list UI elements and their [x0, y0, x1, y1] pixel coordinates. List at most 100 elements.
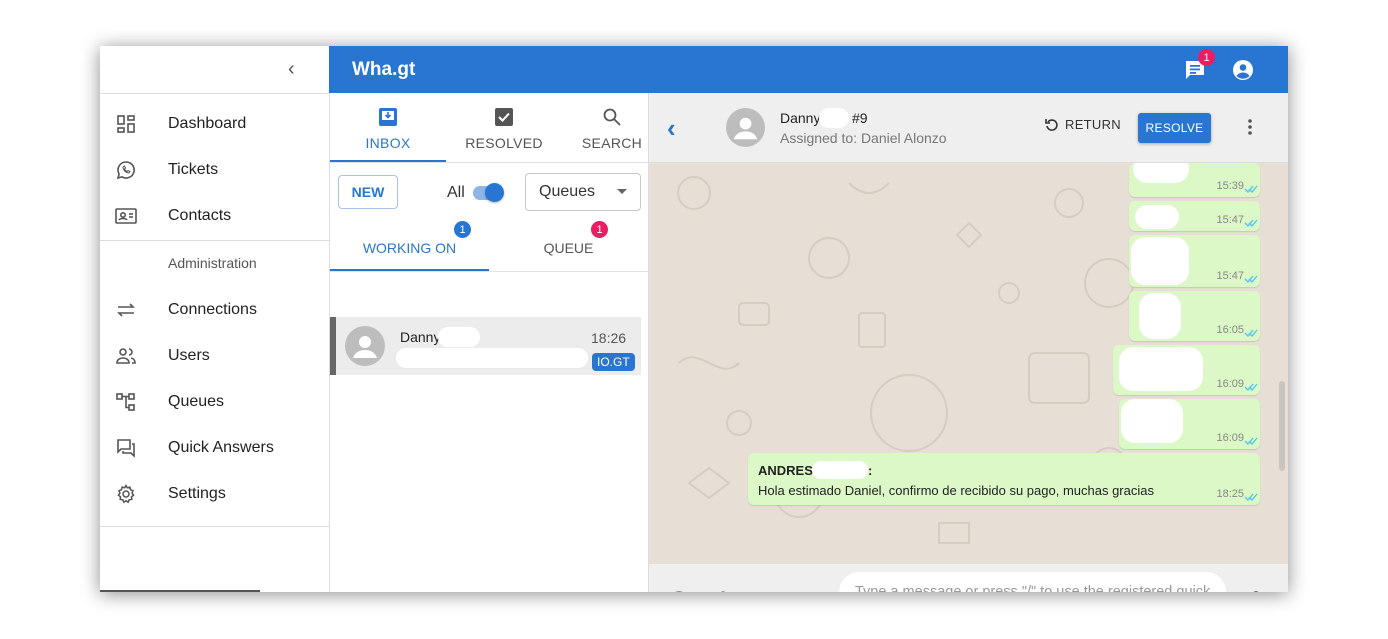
tab-search[interactable]: SEARCH: [562, 93, 662, 162]
redaction: [812, 461, 868, 479]
redaction: [1135, 205, 1179, 229]
chat-panel: ‹ Danny #9 Assigned to: Daniel Alonzo RE…: [649, 93, 1288, 592]
ticket-list-item[interactable]: Danny 18:26 IO.GT: [330, 317, 641, 375]
message-time: 15:47: [1216, 214, 1244, 226]
message-time: 15:39: [1216, 180, 1244, 192]
message-bubble: 16:09: [1119, 399, 1260, 449]
sidebar-item-queues[interactable]: Queues: [100, 379, 329, 425]
tab-queue[interactable]: QUEUE: [489, 225, 648, 271]
message-bubble: 15:47: [1129, 201, 1260, 231]
sidebar-item-label: Tickets: [168, 161, 219, 178]
app-title: Wha.gt: [352, 59, 416, 80]
tickets-panel: INBOX RESOLVED SEARCH NEW All Queues WOR…: [330, 93, 649, 592]
check-box-icon: [494, 105, 514, 129]
more-vert-icon[interactable]: [1247, 117, 1253, 137]
avatar: [345, 326, 385, 366]
account-circle-icon[interactable]: [1231, 58, 1255, 82]
sync-alt-icon: [115, 299, 137, 321]
attach-icon[interactable]: [716, 589, 732, 592]
chat-header: ‹ Danny #9 Assigned to: Daniel Alonzo RE…: [649, 93, 1288, 163]
account-tree-icon: [115, 391, 137, 413]
redaction: [1131, 237, 1189, 285]
sidebar-top: ‹: [100, 46, 329, 94]
chevron-left-icon[interactable]: ‹: [288, 58, 295, 81]
sidebar-item-label: Dashboard: [168, 115, 247, 132]
sidebar-item-settings[interactable]: Settings: [100, 471, 329, 517]
tab-label: INBOX: [365, 134, 411, 151]
tab-inbox[interactable]: INBOX: [330, 93, 446, 162]
people-icon: [115, 345, 137, 367]
sidebar-item-users[interactable]: Users: [100, 333, 329, 379]
redaction: [1121, 399, 1183, 443]
all-toggle[interactable]: [473, 183, 504, 202]
return-button[interactable]: RETURN: [1045, 117, 1121, 132]
double-check-icon: [1244, 185, 1258, 193]
queues-select[interactable]: Queues: [525, 173, 641, 211]
question-answer-icon: [115, 437, 137, 459]
message-input-placeholder: Type a message or press "/" to use the r…: [855, 584, 1211, 592]
ticket-number: #9: [852, 110, 868, 126]
redaction: [438, 327, 480, 347]
search-icon: [602, 105, 622, 129]
message-bubble: 16:09: [1113, 345, 1260, 395]
tab-label: RESOLVED: [465, 134, 543, 151]
new-ticket-button[interactable]: NEW: [338, 175, 398, 209]
scrollbar[interactable]: [1279, 381, 1285, 471]
double-check-icon: [1244, 383, 1258, 391]
message-bubble: 15:39: [1129, 163, 1260, 197]
sidebar-item-label: Users: [168, 347, 210, 364]
message-bubble: ANDRES : Hola estimado Daniel, confirmo …: [748, 453, 1260, 505]
contact-card-icon: [115, 205, 137, 227]
message-input-bar: Type a message or press "/" to use the r…: [649, 564, 1288, 592]
sidebar-item-dashboard[interactable]: Dashboard: [100, 101, 329, 147]
double-check-icon: [1244, 437, 1258, 445]
double-check-icon: [1244, 275, 1258, 283]
message-time: 16:09: [1216, 432, 1244, 444]
double-check-icon: [1244, 329, 1258, 337]
message-bubble: 15:47: [1129, 235, 1260, 287]
toggle-knob: [485, 183, 504, 202]
message-sender: ANDRES: [758, 463, 813, 478]
person-icon: [353, 336, 377, 358]
tab-label: SEARCH: [581, 134, 643, 151]
notification-badge: 1: [1198, 49, 1215, 66]
sidebar: ‹ Dashboard Tickets Contacts Administrat…: [100, 46, 330, 592]
sidebar-item-tickets[interactable]: Tickets: [100, 147, 329, 193]
sidebar-item-label: Settings: [168, 485, 226, 502]
sidebar-item-label: Quick Answers: [168, 439, 274, 456]
emoji-icon[interactable]: [668, 590, 690, 592]
microphone-icon[interactable]: [1249, 590, 1263, 592]
sidebar-bottom-line: [100, 590, 260, 592]
tab-resolved[interactable]: RESOLVED: [446, 93, 562, 162]
tab-label: QUEUE: [543, 240, 594, 256]
contact-name: Danny: [780, 110, 821, 126]
sidebar-item-contacts[interactable]: Contacts: [100, 193, 329, 239]
assigned-to: Assigned to: Daniel Alonzo: [780, 130, 947, 146]
ticket-time: 18:26: [591, 330, 627, 346]
avatar[interactable]: [726, 108, 765, 147]
tab-label: WORKING ON: [362, 240, 457, 256]
sidebar-item-quick-answers[interactable]: Quick Answers: [100, 425, 329, 471]
queue-tag: IO.GT: [592, 353, 635, 371]
double-check-icon: [1244, 493, 1258, 501]
tab-indicator: [330, 160, 446, 162]
person-icon: [733, 117, 758, 140]
sidebar-item-label: Queues: [168, 393, 225, 410]
redaction: [819, 108, 849, 128]
back-arrow-icon[interactable]: ‹: [667, 113, 676, 144]
message-time: 16:09: [1216, 378, 1244, 390]
message-sender-suffix: :: [868, 463, 873, 478]
sidebar-divider: [100, 240, 329, 241]
redaction: [1119, 347, 1203, 391]
redaction: [1133, 163, 1189, 183]
app-window: ‹ Dashboard Tickets Contacts Administrat…: [100, 46, 1288, 592]
message-input[interactable]: Type a message or press "/" to use the r…: [839, 572, 1226, 592]
selected-indicator: [330, 317, 336, 375]
sidebar-item-label: Connections: [168, 301, 257, 318]
sidebar-item-label: Contacts: [168, 207, 232, 224]
message-time: 16:05: [1216, 324, 1244, 336]
sidebar-item-connections[interactable]: Connections: [100, 287, 329, 333]
whatsapp-icon: [115, 159, 137, 181]
resolve-button[interactable]: RESOLVE: [1138, 113, 1211, 143]
message-bubble: 16:05: [1129, 291, 1260, 341]
